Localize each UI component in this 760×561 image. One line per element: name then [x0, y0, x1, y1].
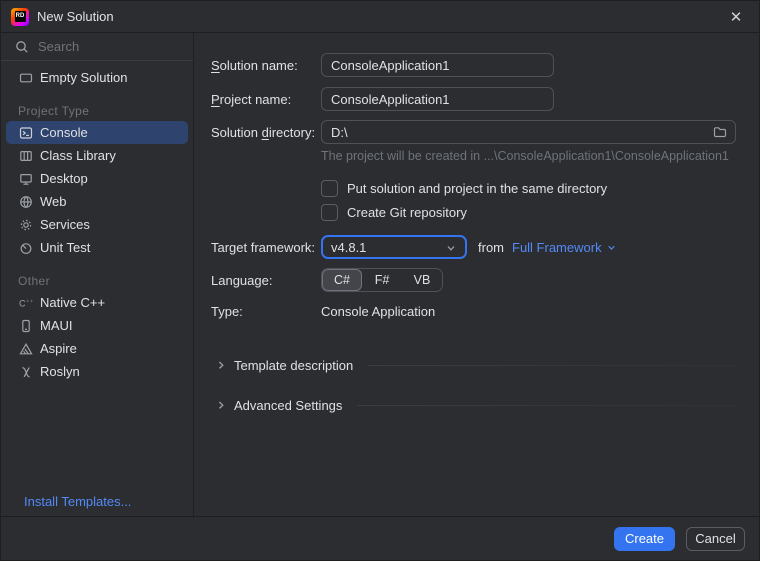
browse-folder-button[interactable] [707, 121, 733, 143]
cancel-button[interactable]: Cancel [686, 527, 745, 551]
sidebar-item-services[interactable]: Services [6, 213, 188, 236]
framework-source-label: Full Framework [512, 240, 602, 255]
chevron-right-icon [215, 399, 227, 411]
language-option-fsharp[interactable]: F# [362, 269, 402, 291]
sidebar-item-maui[interactable]: MAUI [6, 314, 188, 337]
solution-directory-row: Solution directory: [211, 120, 736, 144]
advanced-settings-toggle[interactable]: Advanced Settings [215, 393, 736, 417]
aspire-triangle-icon [18, 341, 34, 357]
sidebar-item-label: Unit Test [40, 240, 90, 255]
checkbox-same-directory[interactable]: Put solution and project in the same dir… [321, 179, 607, 197]
sidebar-item-unit-test[interactable]: Unit Test [6, 236, 188, 259]
gauge-icon [18, 240, 34, 256]
template-description-label: Template description [234, 358, 353, 373]
main-panel: Solution name: Project name: Solution di… [195, 33, 760, 518]
sidebar-item-class-library[interactable]: Class Library [6, 144, 188, 167]
solution-name-label: Solution name: [211, 58, 321, 73]
create-button[interactable]: Create [614, 527, 675, 551]
install-templates-link[interactable]: Install Templates... [24, 494, 131, 509]
sidebar-item-label: Empty Solution [40, 70, 127, 85]
target-framework-row: Target framework: v4.8.1 from Full Frame… [211, 234, 736, 260]
solution-name-input[interactable] [321, 53, 554, 77]
checkbox-label: Put solution and project in the same dir… [347, 181, 607, 196]
type-label: Type: [211, 304, 321, 319]
language-option-csharp[interactable]: C# [322, 269, 362, 291]
checkbox-label: Create Git repository [347, 205, 467, 220]
sidebar-item-label: Roslyn [40, 364, 80, 379]
chevron-down-icon [606, 242, 617, 253]
checkbox-git-repository[interactable]: Create Git repository [321, 203, 467, 221]
solution-directory-label: Solution directory: [211, 125, 321, 140]
title-bar: RD New Solution ✕ [1, 1, 759, 33]
sidebar-item-aspire[interactable]: Aspire [6, 337, 188, 360]
sidebar-item-label: Native C++ [40, 295, 105, 310]
empty-solution-icon [18, 70, 34, 86]
separator-line [357, 405, 736, 406]
target-framework-value: v4.8.1 [331, 240, 366, 255]
separator-line [368, 365, 736, 366]
template-sidebar: Empty Solution Project Type Console Clas… [1, 33, 194, 518]
class-library-icon [18, 148, 34, 164]
sidebar-item-empty-solution[interactable]: Empty Solution [6, 66, 188, 89]
language-segmented-control: C# F# VB [321, 268, 443, 292]
svg-text:C: C [19, 298, 26, 308]
sidebar-item-label: Services [40, 217, 90, 232]
console-icon [18, 125, 34, 141]
sidebar-item-web[interactable]: Web [6, 190, 188, 213]
search-bar[interactable] [1, 33, 193, 61]
sidebar-item-label: Web [40, 194, 67, 209]
language-option-vb[interactable]: VB [402, 269, 442, 291]
sidebar-item-desktop[interactable]: Desktop [6, 167, 188, 190]
sidebar-item-roslyn[interactable]: Roslyn [6, 360, 188, 383]
type-value: Console Application [321, 304, 435, 319]
advanced-settings-label: Advanced Settings [234, 398, 342, 413]
sidebar-item-label: Class Library [40, 148, 116, 163]
search-icon [14, 39, 30, 55]
target-framework-dropdown[interactable]: v4.8.1 [321, 235, 467, 259]
sidebar-item-label: Console [40, 125, 88, 140]
rider-logo-icon: RD [11, 8, 29, 26]
cpp-icon: C ⁺⁺ [18, 295, 34, 311]
sidebar-item-label: Aspire [40, 341, 77, 356]
checkbox-box[interactable] [321, 180, 338, 197]
phone-icon [18, 318, 34, 334]
section-header-project-type: Project Type [1, 101, 193, 121]
template-description-toggle[interactable]: Template description [215, 353, 736, 377]
directory-hint: The project will be created in ...\Conso… [321, 149, 729, 163]
checkbox-box[interactable] [321, 204, 338, 221]
solution-name-row: Solution name: [211, 53, 736, 77]
from-text: from [478, 240, 504, 255]
search-input[interactable] [38, 39, 214, 54]
dialog-footer: Create Cancel [1, 516, 759, 560]
target-framework-label: Target framework: [211, 240, 321, 255]
sidebar-item-native-cpp[interactable]: C ⁺⁺ Native C++ [6, 291, 188, 314]
desktop-icon [18, 171, 34, 187]
language-label: Language: [211, 273, 321, 288]
sidebar-item-console[interactable]: Console [6, 121, 188, 144]
project-name-label: Project name: [211, 92, 321, 107]
gear-icon [18, 217, 34, 233]
new-solution-dialog: RD New Solution ✕ Empty Solution Project… [0, 0, 760, 561]
framework-source-link[interactable]: Full Framework [512, 240, 617, 255]
sidebar-item-label: MAUI [40, 318, 73, 333]
chevron-down-icon [445, 242, 457, 254]
language-row: Language: C# F# VB [211, 268, 736, 292]
project-name-input[interactable] [321, 87, 554, 111]
sidebar-item-label: Desktop [40, 171, 88, 186]
type-row: Type: Console Application [211, 301, 736, 321]
svg-text:⁺⁺: ⁺⁺ [26, 299, 34, 306]
dialog-title: New Solution [37, 9, 114, 24]
web-globe-icon [18, 194, 34, 210]
close-icon[interactable]: ✕ [725, 6, 747, 28]
folder-icon [712, 124, 728, 140]
project-name-row: Project name: [211, 87, 736, 111]
template-list: Empty Solution Project Type Console Clas… [1, 61, 193, 383]
solution-directory-input[interactable] [321, 120, 736, 144]
section-header-other: Other [1, 271, 193, 291]
chevron-right-icon [215, 359, 227, 371]
lambda-icon [18, 364, 34, 380]
